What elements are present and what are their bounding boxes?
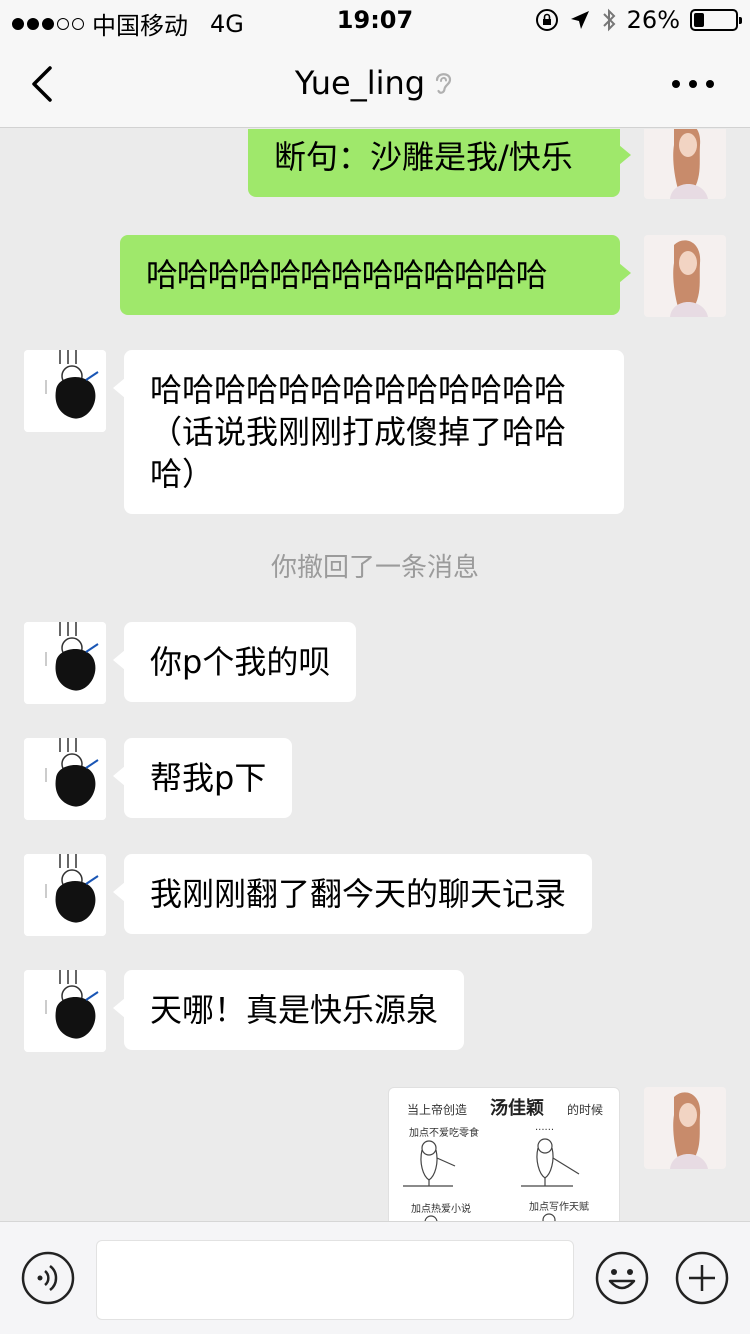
- more-dot: [672, 80, 680, 88]
- status-bar: 中国移动 4G 19:07 26%: [0, 0, 750, 40]
- message-bubble[interactable]: 哈哈哈哈哈哈哈哈哈哈哈哈哈（话说我刚刚打成傻掉了哈哈哈）: [113, 350, 624, 514]
- plus-button[interactable]: [674, 1250, 730, 1306]
- contact-avatar[interactable]: [24, 854, 106, 936]
- message-bubble[interactable]: 帮我p下: [112, 738, 293, 818]
- emoji-button[interactable]: [594, 1250, 650, 1306]
- contact-avatar[interactable]: [24, 738, 106, 820]
- message-bubble[interactable]: 你p个我的呗: [112, 622, 357, 702]
- message-bubble[interactable]: 天哪！真是快乐源泉: [112, 970, 465, 1050]
- contact-name: Yue_ling: [294, 64, 426, 102]
- bluetooth-icon: [602, 8, 616, 32]
- chat-title: Yue_ling: [0, 64, 750, 102]
- message-bubble[interactable]: 我刚刚翻了翻今天的聊天记录: [112, 854, 593, 934]
- contact-avatar[interactable]: [24, 350, 106, 432]
- input-bar: [0, 1221, 750, 1334]
- my-avatar[interactable]: [644, 235, 726, 317]
- my-avatar[interactable]: [644, 1087, 726, 1169]
- status-right: 26%: [535, 6, 742, 34]
- battery-level-fill: [694, 13, 705, 27]
- chat-area[interactable]: 断句：沙雕是我/快乐 哈哈哈哈哈哈哈哈哈哈哈哈哈 哈哈哈哈哈哈哈哈哈哈哈哈哈（话…: [0, 129, 750, 1221]
- plus-circle-icon: [675, 1251, 729, 1305]
- more-button[interactable]: [670, 74, 716, 94]
- message-bubble[interactable]: 断句：沙雕是我/快乐: [248, 129, 631, 197]
- nav-bar: Yue_ling: [0, 40, 750, 128]
- location-arrow-icon: [570, 11, 589, 29]
- recall-notice: 你撤回了一条消息: [270, 553, 479, 583]
- sticker-image[interactable]: 当上帝创造 汤佳颖 的时候 加点不爱吃零食 ...... 加点热爱小说 加点写作…: [388, 1087, 620, 1221]
- my-avatar[interactable]: [644, 129, 726, 199]
- rotation-lock-icon: [535, 9, 558, 31]
- contact-avatar[interactable]: [24, 622, 106, 704]
- contact-avatar[interactable]: [24, 970, 106, 1052]
- voice-icon: [21, 1251, 75, 1305]
- battery-percent: 26%: [626, 6, 680, 34]
- emoji-icon: [595, 1251, 649, 1305]
- message-input[interactable]: [96, 1240, 574, 1320]
- sticker-drawing: [403, 1138, 580, 1221]
- voice-button[interactable]: [20, 1250, 76, 1306]
- battery-icon: [690, 9, 742, 31]
- more-dot: [689, 80, 697, 88]
- ear-icon: [436, 73, 452, 94]
- more-dot: [706, 80, 714, 88]
- message-bubble[interactable]: 哈哈哈哈哈哈哈哈哈哈哈哈哈: [120, 235, 631, 315]
